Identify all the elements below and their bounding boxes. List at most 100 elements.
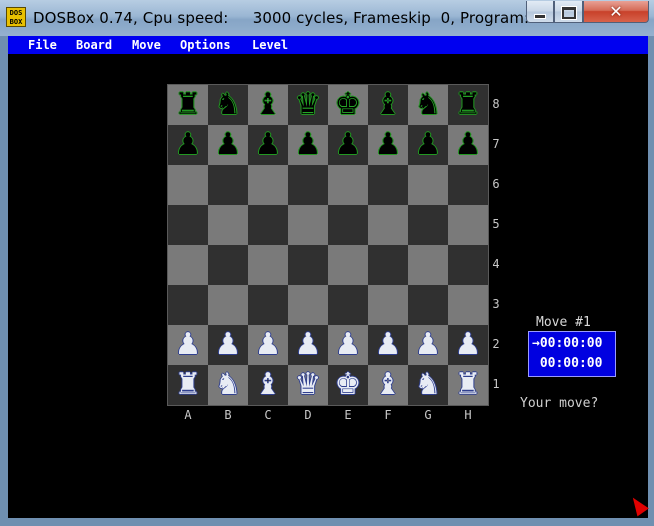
square-h6[interactable] xyxy=(448,165,488,205)
square-d4[interactable] xyxy=(288,245,328,285)
square-f8[interactable]: ♝ xyxy=(368,85,408,125)
square-f4[interactable] xyxy=(368,245,408,285)
square-h8[interactable]: ♜ xyxy=(448,85,488,125)
maximize-button[interactable] xyxy=(554,1,583,23)
white-bishop-icon[interactable]: ♝ xyxy=(368,365,408,405)
square-g2[interactable]: ♟ xyxy=(408,325,448,365)
white-pawn-icon[interactable]: ♟ xyxy=(248,325,288,365)
square-b5[interactable] xyxy=(208,205,248,245)
square-e2[interactable]: ♟ xyxy=(328,325,368,365)
black-pawn-icon[interactable]: ♟ xyxy=(408,125,448,165)
square-a5[interactable] xyxy=(168,205,208,245)
square-d5[interactable] xyxy=(288,205,328,245)
white-pawn-icon[interactable]: ♟ xyxy=(168,325,208,365)
square-h2[interactable]: ♟ xyxy=(448,325,488,365)
square-f6[interactable] xyxy=(368,165,408,205)
square-d8[interactable]: ♛ xyxy=(288,85,328,125)
white-rook-icon[interactable]: ♜ xyxy=(448,365,488,405)
white-king-icon[interactable]: ♚ xyxy=(328,365,368,405)
black-pawn-icon[interactable]: ♟ xyxy=(288,125,328,165)
menu-options[interactable]: Options xyxy=(180,37,231,53)
square-c6[interactable] xyxy=(248,165,288,205)
white-pawn-icon[interactable]: ♟ xyxy=(408,325,448,365)
black-bishop-icon[interactable]: ♝ xyxy=(368,85,408,125)
white-knight-icon[interactable]: ♞ xyxy=(408,365,448,405)
square-b8[interactable]: ♞ xyxy=(208,85,248,125)
square-b1[interactable]: ♞ xyxy=(208,365,248,405)
square-c4[interactable] xyxy=(248,245,288,285)
square-e5[interactable] xyxy=(328,205,368,245)
square-b4[interactable] xyxy=(208,245,248,285)
black-bishop-icon[interactable]: ♝ xyxy=(248,85,288,125)
chess-board[interactable]: ♜ ♞ ♝ ♛ ♚ ♝ ♞ ♜ ♟ ♟ ♟ ♟ ♟ ♟ ♟ ♟ ♟ ♟ ♟ ♟ ♟ ♟ ♟ ♟ ♜ ♞ ♝ ♛ ♚ ♝ ♞ ♜ xyxy=(167,84,489,406)
square-f2[interactable]: ♟ xyxy=(368,325,408,365)
square-a3[interactable] xyxy=(168,285,208,325)
window-title-bar[interactable]: DOS BOX DOSBox 0.74, Cpu speed: 3000 cyc… xyxy=(0,0,654,36)
square-b3[interactable] xyxy=(208,285,248,325)
black-rook-icon[interactable]: ♜ xyxy=(448,85,488,125)
black-pawn-icon[interactable]: ♟ xyxy=(248,125,288,165)
white-bishop-icon[interactable]: ♝ xyxy=(248,365,288,405)
square-e8[interactable]: ♚ xyxy=(328,85,368,125)
dos-screen[interactable]: File Board Move Options Level ♜ ♞ ♝ ♛ ♚ ♝ ♞ ♜ ♟ ♟… xyxy=(8,36,649,518)
square-c8[interactable]: ♝ xyxy=(248,85,288,125)
black-pawn-icon[interactable]: ♟ xyxy=(448,125,488,165)
square-g4[interactable] xyxy=(408,245,448,285)
white-pawn-icon[interactable]: ♟ xyxy=(368,325,408,365)
square-g3[interactable] xyxy=(408,285,448,325)
square-a7[interactable]: ♟ xyxy=(168,125,208,165)
black-rook-icon[interactable]: ♜ xyxy=(168,85,208,125)
square-e7[interactable]: ♟ xyxy=(328,125,368,165)
white-pawn-icon[interactable]: ♟ xyxy=(208,325,248,365)
square-e3[interactable] xyxy=(328,285,368,325)
square-g7[interactable]: ♟ xyxy=(408,125,448,165)
minimize-button[interactable] xyxy=(526,1,554,23)
square-f7[interactable]: ♟ xyxy=(368,125,408,165)
square-e4[interactable] xyxy=(328,245,368,285)
square-g6[interactable] xyxy=(408,165,448,205)
white-pawn-icon[interactable]: ♟ xyxy=(288,325,328,365)
square-h4[interactable] xyxy=(448,245,488,285)
square-g5[interactable] xyxy=(408,205,448,245)
square-e1[interactable]: ♚ xyxy=(328,365,368,405)
square-e6[interactable] xyxy=(328,165,368,205)
black-queen-icon[interactable]: ♛ xyxy=(288,85,328,125)
square-c1[interactable]: ♝ xyxy=(248,365,288,405)
menu-board[interactable]: Board xyxy=(76,37,112,53)
white-pawn-icon[interactable]: ♟ xyxy=(328,325,368,365)
square-h3[interactable] xyxy=(448,285,488,325)
square-b6[interactable] xyxy=(208,165,248,205)
black-pawn-icon[interactable]: ♟ xyxy=(168,125,208,165)
white-knight-icon[interactable]: ♞ xyxy=(208,365,248,405)
square-a6[interactable] xyxy=(168,165,208,205)
square-a1[interactable]: ♜ xyxy=(168,365,208,405)
square-d6[interactable] xyxy=(288,165,328,205)
white-rook-icon[interactable]: ♜ xyxy=(168,365,208,405)
black-knight-icon[interactable]: ♞ xyxy=(408,85,448,125)
square-c5[interactable] xyxy=(248,205,288,245)
square-h1[interactable]: ♜ xyxy=(448,365,488,405)
square-b7[interactable]: ♟ xyxy=(208,125,248,165)
square-h7[interactable]: ♟ xyxy=(448,125,488,165)
white-pawn-icon[interactable]: ♟ xyxy=(448,325,488,365)
black-pawn-icon[interactable]: ♟ xyxy=(328,125,368,165)
square-h5[interactable] xyxy=(448,205,488,245)
square-c7[interactable]: ♟ xyxy=(248,125,288,165)
black-pawn-icon[interactable]: ♟ xyxy=(208,125,248,165)
square-a4[interactable] xyxy=(168,245,208,285)
menu-move[interactable]: Move xyxy=(132,37,161,53)
menu-level[interactable]: Level xyxy=(252,37,288,53)
black-king-icon[interactable]: ♚ xyxy=(328,85,368,125)
square-f5[interactable] xyxy=(368,205,408,245)
square-g8[interactable]: ♞ xyxy=(408,85,448,125)
white-queen-icon[interactable]: ♛ xyxy=(288,365,328,405)
square-c2[interactable]: ♟ xyxy=(248,325,288,365)
square-a2[interactable]: ♟ xyxy=(168,325,208,365)
black-knight-icon[interactable]: ♞ xyxy=(208,85,248,125)
square-f3[interactable] xyxy=(368,285,408,325)
square-d2[interactable]: ♟ xyxy=(288,325,328,365)
square-b2[interactable]: ♟ xyxy=(208,325,248,365)
menu-file[interactable]: File xyxy=(28,37,57,53)
square-c3[interactable] xyxy=(248,285,288,325)
square-d1[interactable]: ♛ xyxy=(288,365,328,405)
